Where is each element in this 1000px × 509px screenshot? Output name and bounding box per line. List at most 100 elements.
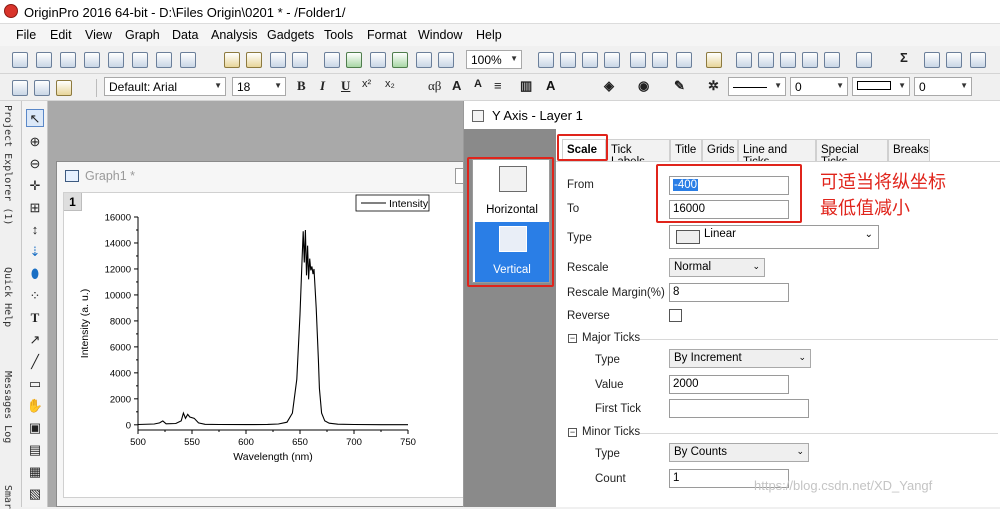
tab-tick-labels[interactable]: Tick Labels (606, 139, 670, 168)
batch-icon[interactable] (370, 52, 386, 68)
layout-icon[interactable]: ▧ (26, 485, 44, 503)
decrease-font-icon[interactable]: A (474, 78, 482, 90)
text-tool-icon[interactable]: T (26, 309, 44, 327)
messages-log-tab[interactable]: Messages Log (2, 371, 13, 443)
menu-edit[interactable]: Edit (50, 28, 72, 42)
tab-special-ticks[interactable]: Special Ticks (816, 139, 888, 168)
minor-type-select[interactable]: By Counts ⌄ (669, 443, 809, 462)
menu-tools[interactable]: Tools (324, 28, 353, 42)
quick-help-tab[interactable]: Quick Help (2, 267, 13, 327)
new-layout-icon[interactable] (156, 52, 172, 68)
menu-graph[interactable]: Graph (125, 28, 160, 42)
menu-data[interactable]: Data (172, 28, 198, 42)
new-notes-icon[interactable] (132, 52, 148, 68)
reverse-checkbox[interactable] (669, 309, 682, 322)
menu-analysis[interactable]: Analysis (211, 28, 258, 42)
draw-data-icon[interactable]: ⁘ (26, 287, 44, 305)
run-icon[interactable] (438, 52, 454, 68)
align-icon[interactable]: ≡ (494, 78, 502, 93)
import-icon[interactable] (324, 52, 340, 68)
code-builder-icon[interactable] (706, 52, 722, 68)
line-color-icon[interactable]: ✎ (674, 78, 685, 94)
italic-button[interactable]: I (320, 78, 325, 94)
screen-reader-icon[interactable]: ⊞ (26, 199, 44, 217)
hand-tool-icon[interactable]: ✋ (26, 397, 44, 415)
menu-window[interactable]: Window (418, 28, 462, 42)
recalculate-icon[interactable] (392, 52, 408, 68)
sort-icon[interactable] (946, 52, 962, 68)
project-explorer-icon[interactable] (630, 52, 646, 68)
results-log-icon[interactable] (652, 52, 668, 68)
minor-ticks-section[interactable]: − Minor Ticks (568, 426, 998, 438)
greek-button[interactable]: αβ (428, 78, 441, 94)
region-select-icon[interactable]: ⬮ (26, 265, 44, 283)
image-icon[interactable] (824, 52, 840, 68)
major-ticks-section[interactable]: − Major Ticks (568, 332, 998, 344)
new-project-icon[interactable] (12, 52, 28, 68)
arrow-tool-icon[interactable]: ↗ (26, 331, 44, 349)
rescale-margin-input[interactable]: 8 (669, 283, 789, 302)
insert-graph-icon[interactable]: ▣ (26, 419, 44, 437)
fill-color-icon[interactable]: ◈ (604, 78, 614, 94)
major-type-select[interactable]: By Increment ⌄ (669, 349, 811, 368)
project-explorer-tab[interactable]: Project Explorer (1) (2, 105, 13, 225)
zoom-in-icon[interactable]: ⊕ (26, 133, 44, 151)
insert-table-icon[interactable]: ▦ (26, 463, 44, 481)
print-icon[interactable] (538, 52, 554, 68)
save-template-icon[interactable] (292, 52, 308, 68)
bold-button[interactable]: B (297, 78, 306, 94)
increase-font-icon[interactable]: A (452, 78, 461, 93)
major-value-input[interactable]: 2000 (669, 375, 789, 394)
rectangle-tool-icon[interactable]: ▭ (26, 375, 44, 393)
find-icon[interactable] (736, 52, 752, 68)
insert-image-icon[interactable]: ▤ (26, 441, 44, 459)
rescale-select[interactable]: Normal ⌄ (669, 258, 765, 277)
command-window-icon[interactable] (676, 52, 692, 68)
import-wizard-icon[interactable] (346, 52, 362, 68)
stats-icon[interactable] (924, 52, 940, 68)
tab-title[interactable]: Title (670, 139, 702, 161)
menu-file[interactable]: File (16, 28, 36, 42)
export-icon[interactable] (582, 52, 598, 68)
subscript-button[interactable]: x₂ (385, 78, 395, 90)
underline-button[interactable]: U (341, 78, 350, 94)
add-layer-icon[interactable] (856, 52, 872, 68)
font-color-icon[interactable]: A (546, 78, 555, 93)
pattern-icon[interactable]: ▥ (520, 78, 532, 94)
graph-page[interactable]: 1 0 2000 4000 6000 8000 10000 12000 14000 16000 … (63, 192, 469, 498)
menu-format[interactable]: Format (367, 28, 407, 42)
line-tool-icon[interactable]: ╱ (26, 353, 44, 371)
pointer-icon[interactable]: ↖ (26, 109, 44, 127)
pattern-fill-icon[interactable]: ◉ (638, 78, 649, 94)
smart-hint-tab[interactable]: Smar (2, 485, 13, 509)
line-width-combo[interactable]: 0 ▼ (790, 77, 848, 96)
save-icon[interactable] (270, 52, 286, 68)
superscript-button[interactable]: x² (362, 78, 371, 90)
copy-icon[interactable] (34, 80, 50, 96)
border-combo[interactable]: ▼ (852, 77, 910, 96)
scale-type-select[interactable]: Linear ⌄ (669, 225, 879, 249)
data-selector-icon[interactable]: ⇣ (26, 243, 44, 261)
border-width-combo[interactable]: 0 ▼ (914, 77, 972, 96)
copy-page-icon[interactable] (560, 52, 576, 68)
sigma-icon[interactable]: Σ (900, 50, 908, 65)
new-worksheet-icon[interactable] (36, 52, 52, 68)
open-template-icon[interactable] (246, 52, 262, 68)
scale-icon[interactable]: ↕ (26, 221, 44, 239)
refresh-icon[interactable] (416, 52, 432, 68)
tab-line-and-ticks[interactable]: Line and Ticks (738, 139, 816, 168)
tab-grids[interactable]: Grids (702, 139, 738, 161)
zoom-combo[interactable]: 100% ▼ (466, 50, 522, 69)
menu-help[interactable]: Help (476, 28, 502, 42)
line-style-combo[interactable]: ▼ (728, 77, 786, 96)
data-reader-icon[interactable]: ✛ (26, 177, 44, 195)
font-size-combo[interactable]: 18 ▼ (232, 77, 286, 96)
duplicate-icon[interactable] (604, 52, 620, 68)
tab-breaks[interactable]: Breaks (888, 139, 930, 161)
new-graph-icon[interactable] (60, 52, 76, 68)
menu-view[interactable]: View (85, 28, 112, 42)
graph-window[interactable]: Graph1 * 1 0 2000 4000 6000 8000 10000 12000 14… (56, 161, 469, 507)
new-function-icon[interactable] (108, 52, 124, 68)
notes-icon[interactable] (802, 52, 818, 68)
first-tick-input[interactable] (669, 399, 809, 418)
